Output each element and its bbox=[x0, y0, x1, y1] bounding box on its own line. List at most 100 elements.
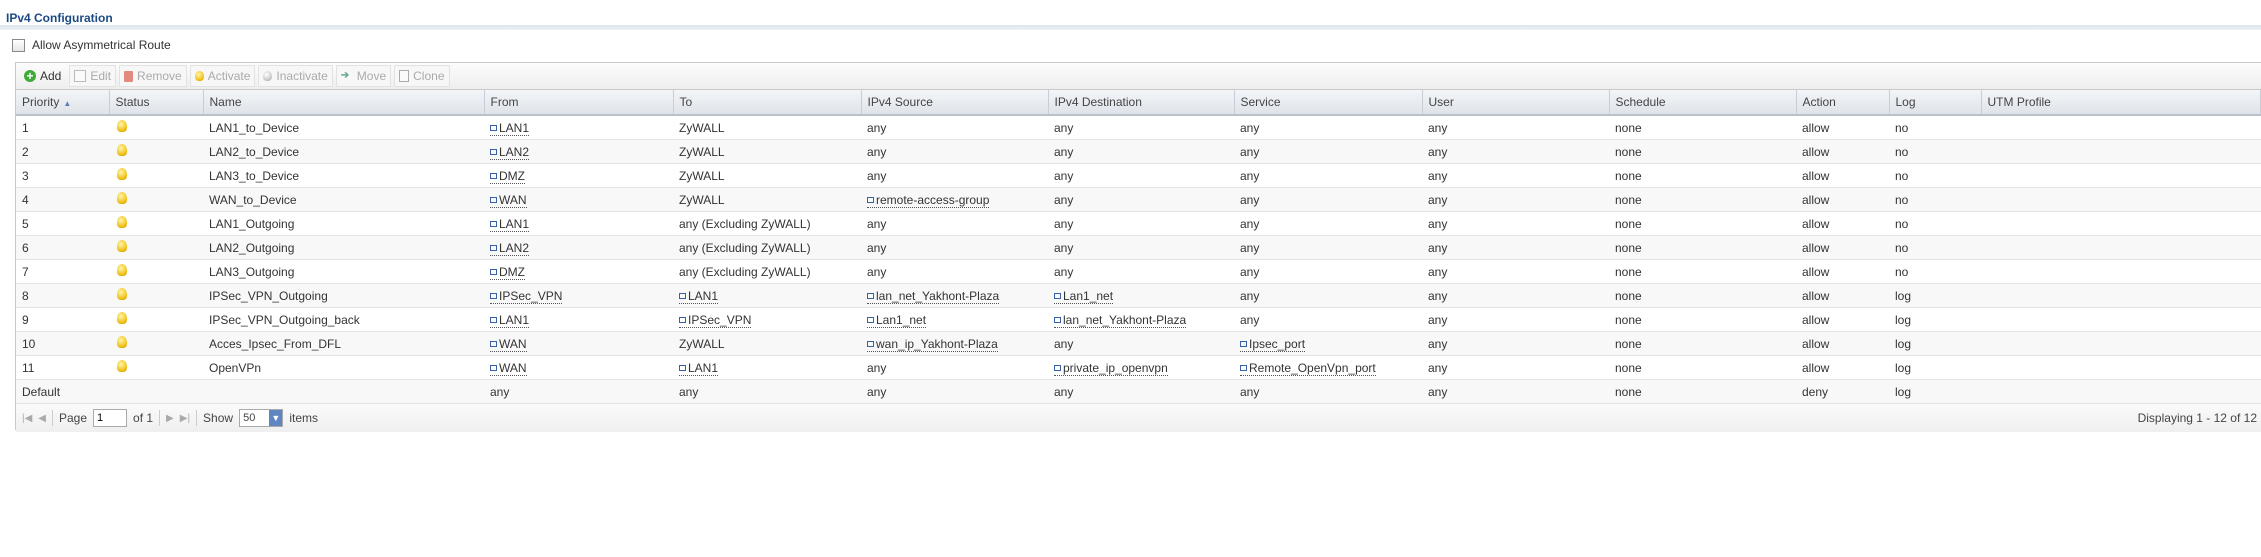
prev-page-icon[interactable]: ◀ bbox=[38, 413, 46, 424]
from-object-link[interactable]: LAN2 bbox=[490, 240, 530, 256]
src-object-link[interactable]: wan_ip_Yakhont-Plaza bbox=[867, 336, 998, 352]
from-object-link[interactable]: IPSec_VPN bbox=[490, 288, 563, 304]
dst-object-link[interactable]: private_ip_openvpn bbox=[1054, 360, 1168, 376]
cell-log: no bbox=[1889, 115, 1981, 140]
from-object-link[interactable]: DMZ bbox=[490, 168, 525, 184]
cell-schedule: none bbox=[1609, 331, 1796, 356]
column-header-ipv4-source[interactable]: IPv4 Source bbox=[861, 90, 1049, 116]
column-header-schedule[interactable]: Schedule bbox=[1609, 90, 1797, 116]
from-object-link[interactable]: WAN bbox=[490, 192, 527, 208]
status-active-bulb-icon[interactable] bbox=[117, 264, 127, 276]
table-row[interactable]: 11 OpenVPn WAN LAN1 any private_ip_openvpn Rem… bbox=[16, 355, 2261, 380]
inactivate-button[interactable]: Inactivate bbox=[258, 65, 333, 87]
service-object-link[interactable]: Ipsec_port bbox=[1240, 336, 1306, 352]
cell-status bbox=[109, 235, 203, 260]
from-object-link[interactable]: LAN1 bbox=[490, 120, 530, 136]
pager-divider bbox=[52, 410, 53, 426]
table-row[interactable]: 7 LAN3_Outgoing DMZ any (Excluding ZyWALL) a… bbox=[16, 259, 2261, 284]
activate-button[interactable]: Activate bbox=[189, 65, 256, 87]
first-page-icon[interactable]: |◀ bbox=[22, 413, 32, 424]
page-count-label: of 1 bbox=[133, 411, 154, 425]
priority-value: 4 bbox=[22, 192, 29, 207]
dst-object-link[interactable]: lan_net_Yakhont-Plaza bbox=[1054, 312, 1187, 328]
last-page-icon[interactable]: ▶| bbox=[180, 413, 190, 424]
status-active-bulb-icon[interactable] bbox=[117, 120, 127, 132]
src-object-link[interactable]: lan_net_Yakhont-Plaza bbox=[867, 288, 1000, 304]
from-object-link[interactable]: LAN1 bbox=[490, 216, 530, 232]
status-active-bulb-icon[interactable] bbox=[117, 288, 127, 300]
cell-to: ZyWALL bbox=[673, 139, 861, 164]
status-active-bulb-icon[interactable] bbox=[117, 240, 127, 252]
add-button[interactable]: + Add bbox=[19, 65, 66, 87]
service-value: any bbox=[1240, 168, 1260, 183]
table-row[interactable]: 10 Acces_Ipsec_From_DFL WAN ZyWALL wan_ip_Ya… bbox=[16, 331, 2261, 356]
allow-asymmetrical-route-checkbox[interactable] bbox=[12, 38, 25, 52]
table-row[interactable]: 4 WAN_to_Device WAN ZyWALL remote-access-gro… bbox=[16, 187, 2261, 212]
from-object-link[interactable]: DMZ bbox=[490, 264, 525, 280]
cell-action: allow bbox=[1796, 187, 1889, 212]
status-active-bulb-icon[interactable] bbox=[117, 168, 127, 180]
cell-schedule: none bbox=[1609, 307, 1796, 332]
src-value: any bbox=[867, 240, 887, 255]
default-row[interactable]: Default any any any any any any none deny log bbox=[16, 379, 2261, 404]
column-header-user[interactable]: User bbox=[1422, 90, 1610, 116]
to-object-link[interactable]: IPSec_VPN bbox=[679, 312, 752, 328]
cell-utm bbox=[1981, 259, 2261, 284]
status-active-bulb-icon[interactable] bbox=[117, 216, 127, 228]
cell-schedule: none bbox=[1609, 235, 1796, 260]
next-page-icon[interactable]: ▶ bbox=[166, 413, 174, 424]
cell-status bbox=[109, 259, 203, 284]
status-active-bulb-icon[interactable] bbox=[117, 360, 127, 372]
table-row[interactable]: 3 LAN3_to_Device DMZ ZyWALL any any any any none… bbox=[16, 163, 2261, 188]
clone-button[interactable]: Clone bbox=[394, 65, 450, 87]
table-row[interactable]: 5 LAN1_Outgoing LAN1 any (Excluding ZyWALL)… bbox=[16, 211, 2261, 236]
column-header-action[interactable]: Action bbox=[1796, 90, 1890, 116]
to-object-link[interactable]: LAN1 bbox=[679, 288, 719, 304]
status-active-bulb-icon[interactable] bbox=[117, 336, 127, 348]
name-value: LAN3_to_Device bbox=[209, 168, 300, 183]
page-size-select[interactable]: 50 ▼ bbox=[239, 409, 284, 427]
from-object-link[interactable]: WAN bbox=[490, 336, 527, 352]
allow-asymmetrical-route[interactable]: Allow Asymmetrical Route bbox=[12, 38, 171, 52]
status-active-bulb-icon[interactable] bbox=[117, 192, 127, 204]
column-header-to[interactable]: To bbox=[673, 90, 862, 116]
cell-service: any bbox=[1234, 211, 1422, 236]
cell-priority: 2 bbox=[16, 139, 109, 164]
cell-service: any bbox=[1234, 283, 1422, 308]
sort-ascending-icon[interactable]: ▲ bbox=[63, 99, 71, 108]
table-row[interactable]: 8 IPSec_VPN_Outgoing IPSec_VPN LAN1 lan_net_… bbox=[16, 283, 2261, 308]
service-object-link[interactable]: Remote_OpenVpn_port bbox=[1240, 360, 1376, 376]
column-header-utm-profile[interactable]: UTM Profile bbox=[1981, 90, 2261, 116]
cell-service: Ipsec_port bbox=[1234, 331, 1422, 356]
user-value: any bbox=[1428, 312, 1448, 327]
src-object-link[interactable]: remote-access-group bbox=[867, 192, 990, 208]
page-input[interactable] bbox=[93, 409, 128, 427]
dst-object-link[interactable]: Lan1_net bbox=[1054, 288, 1114, 304]
src-object-link[interactable]: Lan1_net bbox=[867, 312, 927, 328]
table-row[interactable]: 6 LAN2_Outgoing LAN2 any (Excluding ZyWALL)… bbox=[16, 235, 2261, 260]
cell-to: any (Excluding ZyWALL) bbox=[673, 259, 861, 284]
to-object-link[interactable]: LAN1 bbox=[679, 360, 719, 376]
from-object-link[interactable]: LAN1 bbox=[490, 312, 530, 328]
column-header-ipv4-destination[interactable]: IPv4 Destination bbox=[1048, 90, 1235, 116]
table-row[interactable]: 9 IPSec_VPN_Outgoing_back LAN1 IPSec_VPN Lan… bbox=[16, 307, 2261, 332]
table-row[interactable]: 2 LAN2_to_Device LAN2 ZyWALL any any any any non… bbox=[16, 139, 2261, 164]
edit-button[interactable]: Edit bbox=[69, 65, 117, 87]
column-header-priority[interactable]: Priority ▲ bbox=[16, 90, 110, 116]
cell-to: IPSec_VPN bbox=[673, 307, 861, 332]
status-active-bulb-icon[interactable] bbox=[117, 144, 127, 156]
move-button[interactable]: ➔ Move bbox=[335, 65, 392, 87]
log-value: no bbox=[1895, 168, 1909, 183]
column-header-name[interactable]: Name bbox=[203, 90, 485, 116]
column-header-service[interactable]: Service bbox=[1234, 90, 1423, 116]
column-header-log[interactable]: Log bbox=[1889, 90, 1982, 116]
column-header-status[interactable]: Status bbox=[109, 90, 204, 116]
cell-to: ZyWALL bbox=[673, 187, 861, 212]
from-object-link[interactable]: LAN2 bbox=[490, 144, 530, 160]
column-header-label: IPv4 Source bbox=[867, 95, 933, 109]
column-header-from[interactable]: From bbox=[484, 90, 674, 116]
from-object-link[interactable]: WAN bbox=[490, 360, 527, 376]
status-active-bulb-icon[interactable] bbox=[117, 312, 127, 324]
remove-button[interactable]: Remove bbox=[119, 65, 187, 87]
table-row[interactable]: 1 LAN1_to_Device LAN1 ZyWALL any any any any non… bbox=[16, 115, 2261, 140]
